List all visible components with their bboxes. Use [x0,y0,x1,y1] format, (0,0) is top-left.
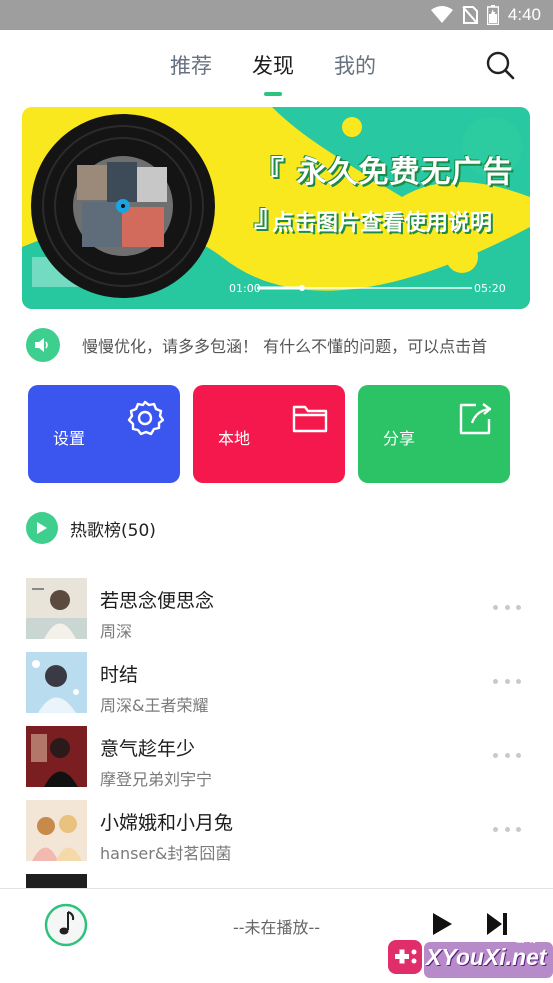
song-item[interactable]: 意气趁年少 摩登兄弟刘宇宁 [0,718,553,789]
song-artist: 周深 [100,622,133,641]
site-watermark: X游戏 XYouXi.net [384,930,553,983]
more-options-icon[interactable] [493,603,521,611]
share-icon [459,403,492,435]
song-title: 小嫦娥和小月兔 [100,812,234,834]
more-options-icon[interactable] [493,677,521,685]
tab-label: 推荐 [170,54,212,78]
wifi-icon [430,6,453,23]
status-time: 4:40 [507,5,541,24]
hot-chart-title: 热歌榜(50) [70,520,156,541]
battery-icon [486,5,499,25]
status-bar: 4:40 [0,0,553,30]
banner-time-current: 01:00 [229,282,261,295]
song-item[interactable]: 若思念便思念 周深 [0,570,553,641]
no-sim-icon [462,6,478,24]
tab-label: 我的 [334,54,376,78]
action-cards: 设置 本地 分享 [28,385,510,483]
song-cover [26,578,87,639]
song-cover [26,874,87,888]
card-label: 分享 [383,429,416,448]
tab-mine[interactable]: 我的 [334,50,376,80]
share-button[interactable]: 分享 [358,385,510,483]
song-artist: 摩登兄弟刘宇宁 [100,770,213,789]
more-options-icon[interactable] [493,751,521,759]
song-artist: hanser&封茗囧菌 [100,844,232,863]
song-artist: 周深&王者荣耀 [100,696,209,715]
card-label: 设置 [53,429,86,448]
tab-recommend[interactable]: 推荐 [170,50,212,80]
song-item[interactable]: 时结 周深&王者荣耀 [0,644,553,715]
song-title: 若思念便思念 [100,590,215,612]
song-title: 意气趁年少 [100,738,196,760]
song-list: 若思念便思念 周深 时结 周深&王者荣耀 意气趁年少 摩登兄弟刘宇宁 小嫦娥和小… [0,570,553,888]
song-cover [26,652,87,713]
active-tab-indicator [264,92,282,96]
song-item-partial[interactable] [0,866,553,888]
song-cover [26,726,87,787]
gear-icon [127,400,164,436]
hot-chart-header[interactable]: 热歌榜(50) [26,512,156,544]
promo-banner[interactable]: 『 永久免费无广告 』 点击图片查看使用说明 01:00 05:20 [22,107,530,309]
speaker-icon [26,328,60,362]
settings-button[interactable]: 设置 [28,385,180,483]
folder-icon [292,405,328,433]
search-icon[interactable] [485,50,515,80]
tab-bar: 推荐 发现 我的 [170,50,376,96]
watermark-text: XYouXi.net [426,944,547,970]
banner-time-total: 05:20 [474,282,506,295]
card-label: 本地 [218,429,251,448]
notice-text: 慢慢优化，请多多包涵！ 有什么不懂的问题，可以点击首 [82,337,488,356]
tab-discover[interactable]: 发现 [252,50,294,96]
song-item[interactable]: 小嫦娥和小月兔 hanser&封茗囧菌 [0,792,553,863]
tab-label: 发现 [252,54,294,78]
banner-subtitle: 点击图片查看使用说明 [272,211,493,236]
play-icon [26,512,58,544]
song-cover [26,800,87,861]
more-options-icon[interactable] [493,825,521,833]
notice-bar[interactable]: 慢慢优化，请多多包涵！ 有什么不懂的问题，可以点击首 [26,326,518,364]
watermark-small: X游戏 [508,934,536,945]
local-music-button[interactable]: 本地 [193,385,345,483]
song-title: 时结 [100,664,139,686]
top-nav: 推荐 发现 我的 [0,30,553,100]
